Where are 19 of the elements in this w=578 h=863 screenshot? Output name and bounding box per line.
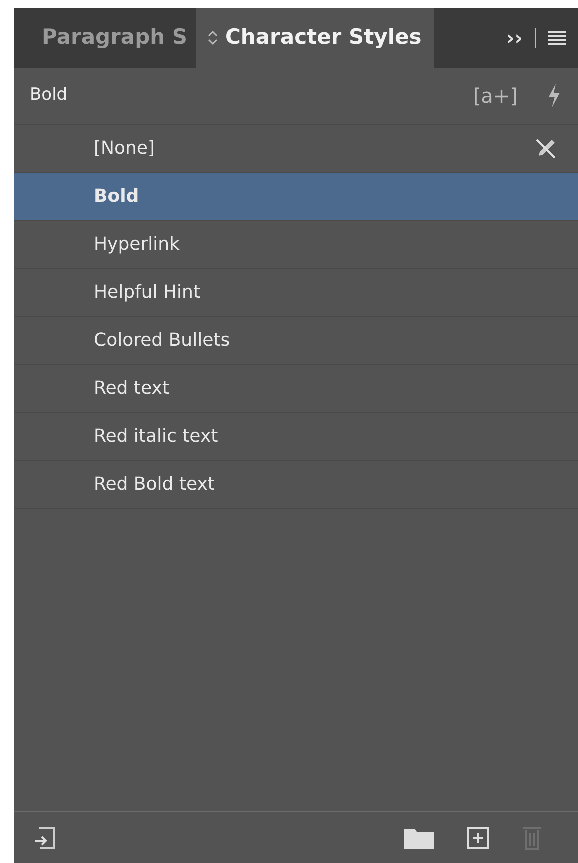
sort-arrows-icon xyxy=(208,30,218,46)
panel-tab[interactable]: Paragraph S xyxy=(14,8,196,68)
folder-icon[interactable] xyxy=(404,826,434,848)
new-style-button[interactable]: [a+] xyxy=(473,81,518,111)
new-style-icon[interactable] xyxy=(466,826,490,850)
load-styles-icon[interactable] xyxy=(34,826,56,850)
menu-icon[interactable] xyxy=(548,31,566,45)
expand-button[interactable]: ›› xyxy=(506,23,523,53)
style-row[interactable]: Bold xyxy=(14,173,578,221)
panel-tab[interactable]: Character Styles xyxy=(196,8,434,68)
no-edit-pencil-icon xyxy=(534,136,558,160)
style-row[interactable]: Helpful Hint xyxy=(14,269,578,317)
style-row[interactable]: Hyperlink xyxy=(14,221,578,269)
style-row[interactable]: Red italic text xyxy=(14,413,578,461)
style-row[interactable]: Red text xyxy=(14,365,578,413)
style-row[interactable]: Red Bold text xyxy=(14,461,578,509)
style-row[interactable]: Colored Bullets xyxy=(14,317,578,365)
current-style-label: Bold xyxy=(30,84,68,108)
lightning-icon[interactable] xyxy=(546,83,562,109)
